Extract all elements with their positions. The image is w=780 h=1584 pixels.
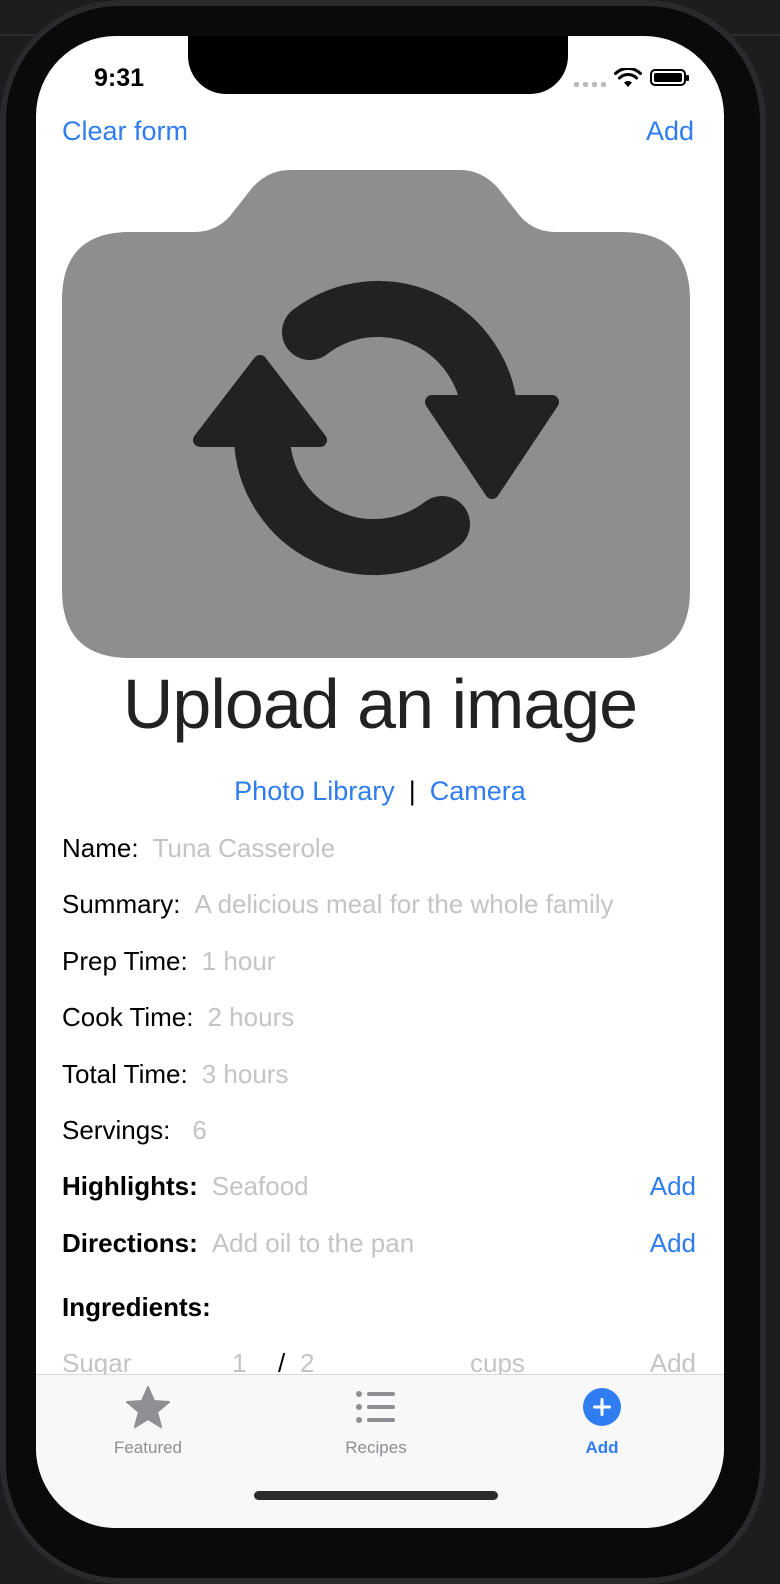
prep-time-input[interactable]: 1 hour [202,946,276,977]
home-indicator[interactable] [254,1491,498,1500]
cook-time-field-row: Cook Time: 2 hours [62,997,696,1037]
ingredients-header-row: Ingredients: [62,1287,696,1327]
servings-label: Servings: [62,1114,171,1145]
highlights-input[interactable]: Seafood [212,1171,309,1202]
notch [188,36,568,94]
clear-form-button[interactable]: Clear form [62,116,188,147]
servings-field-row: Servings: 6 [62,1110,696,1150]
highlights-label: Highlights: [62,1170,198,1201]
photo-library-button[interactable]: Photo Library [234,776,395,806]
app-screen: 9:31 Clear form Add Upload an image Phot… [36,36,724,1528]
summary-field-row: Summary: A delicious meal for the whole … [62,884,696,924]
cook-time-input[interactable]: 2 hours [208,1002,295,1033]
name-input[interactable]: Tuna Casserole [153,833,336,864]
upload-image-title: Upload an image [122,665,638,743]
tab-featured[interactable]: Featured [68,1385,228,1458]
total-time-label: Total Time: [62,1058,188,1089]
highlights-field-row: Highlights: Seafood Add [62,1166,696,1206]
tab-featured-label: Featured [113,1438,183,1457]
summary-input[interactable]: A delicious meal for the whole family [194,889,613,920]
image-source-row: Photo Library | Camera [36,776,724,807]
tab-add[interactable]: Add [522,1385,682,1458]
cellular-signal-icon [574,82,606,87]
star-icon [126,1386,170,1428]
prep-time-field-row: Prep Time: 1 hour [62,941,696,981]
total-time-input[interactable]: 3 hours [202,1059,289,1090]
wifi-icon [614,68,642,87]
phone-frame: 9:31 Clear form Add Upload an image Phot… [0,0,766,1584]
battery-icon [650,69,689,86]
directions-label: Directions: [62,1227,198,1258]
add-highlight-button[interactable]: Add [650,1171,696,1202]
summary-label: Summary: [62,888,181,919]
list-icon [356,1391,395,1423]
cook-time-label: Cook Time: [62,1001,194,1032]
prep-time-label: Prep Time: [62,945,188,976]
camera-button[interactable]: Camera [430,776,526,806]
plus-circle-icon [583,1388,621,1426]
tab-recipes-label: Recipes [345,1438,407,1457]
servings-input[interactable]: 6 [192,1115,206,1146]
directions-input[interactable]: Add oil to the pan [212,1228,414,1259]
tab-recipes[interactable]: Recipes [296,1385,456,1458]
status-time: 9:31 [94,64,145,92]
add-recipe-button[interactable]: Add [646,116,694,147]
tab-bar: Featured Recipes Add [36,1374,724,1528]
total-time-field-row: Total Time: 3 hours [62,1054,696,1094]
camera-rotate-icon[interactable] [62,170,690,658]
source-separator: | [408,776,416,806]
add-direction-button[interactable]: Add [650,1228,696,1259]
tab-add-label: Add [585,1438,619,1457]
ingredients-label: Ingredients: [62,1291,211,1322]
name-field-row: Name: Tuna Casserole [62,828,696,868]
name-label: Name: [62,832,139,863]
directions-field-row: Directions: Add oil to the pan Add [62,1223,696,1263]
